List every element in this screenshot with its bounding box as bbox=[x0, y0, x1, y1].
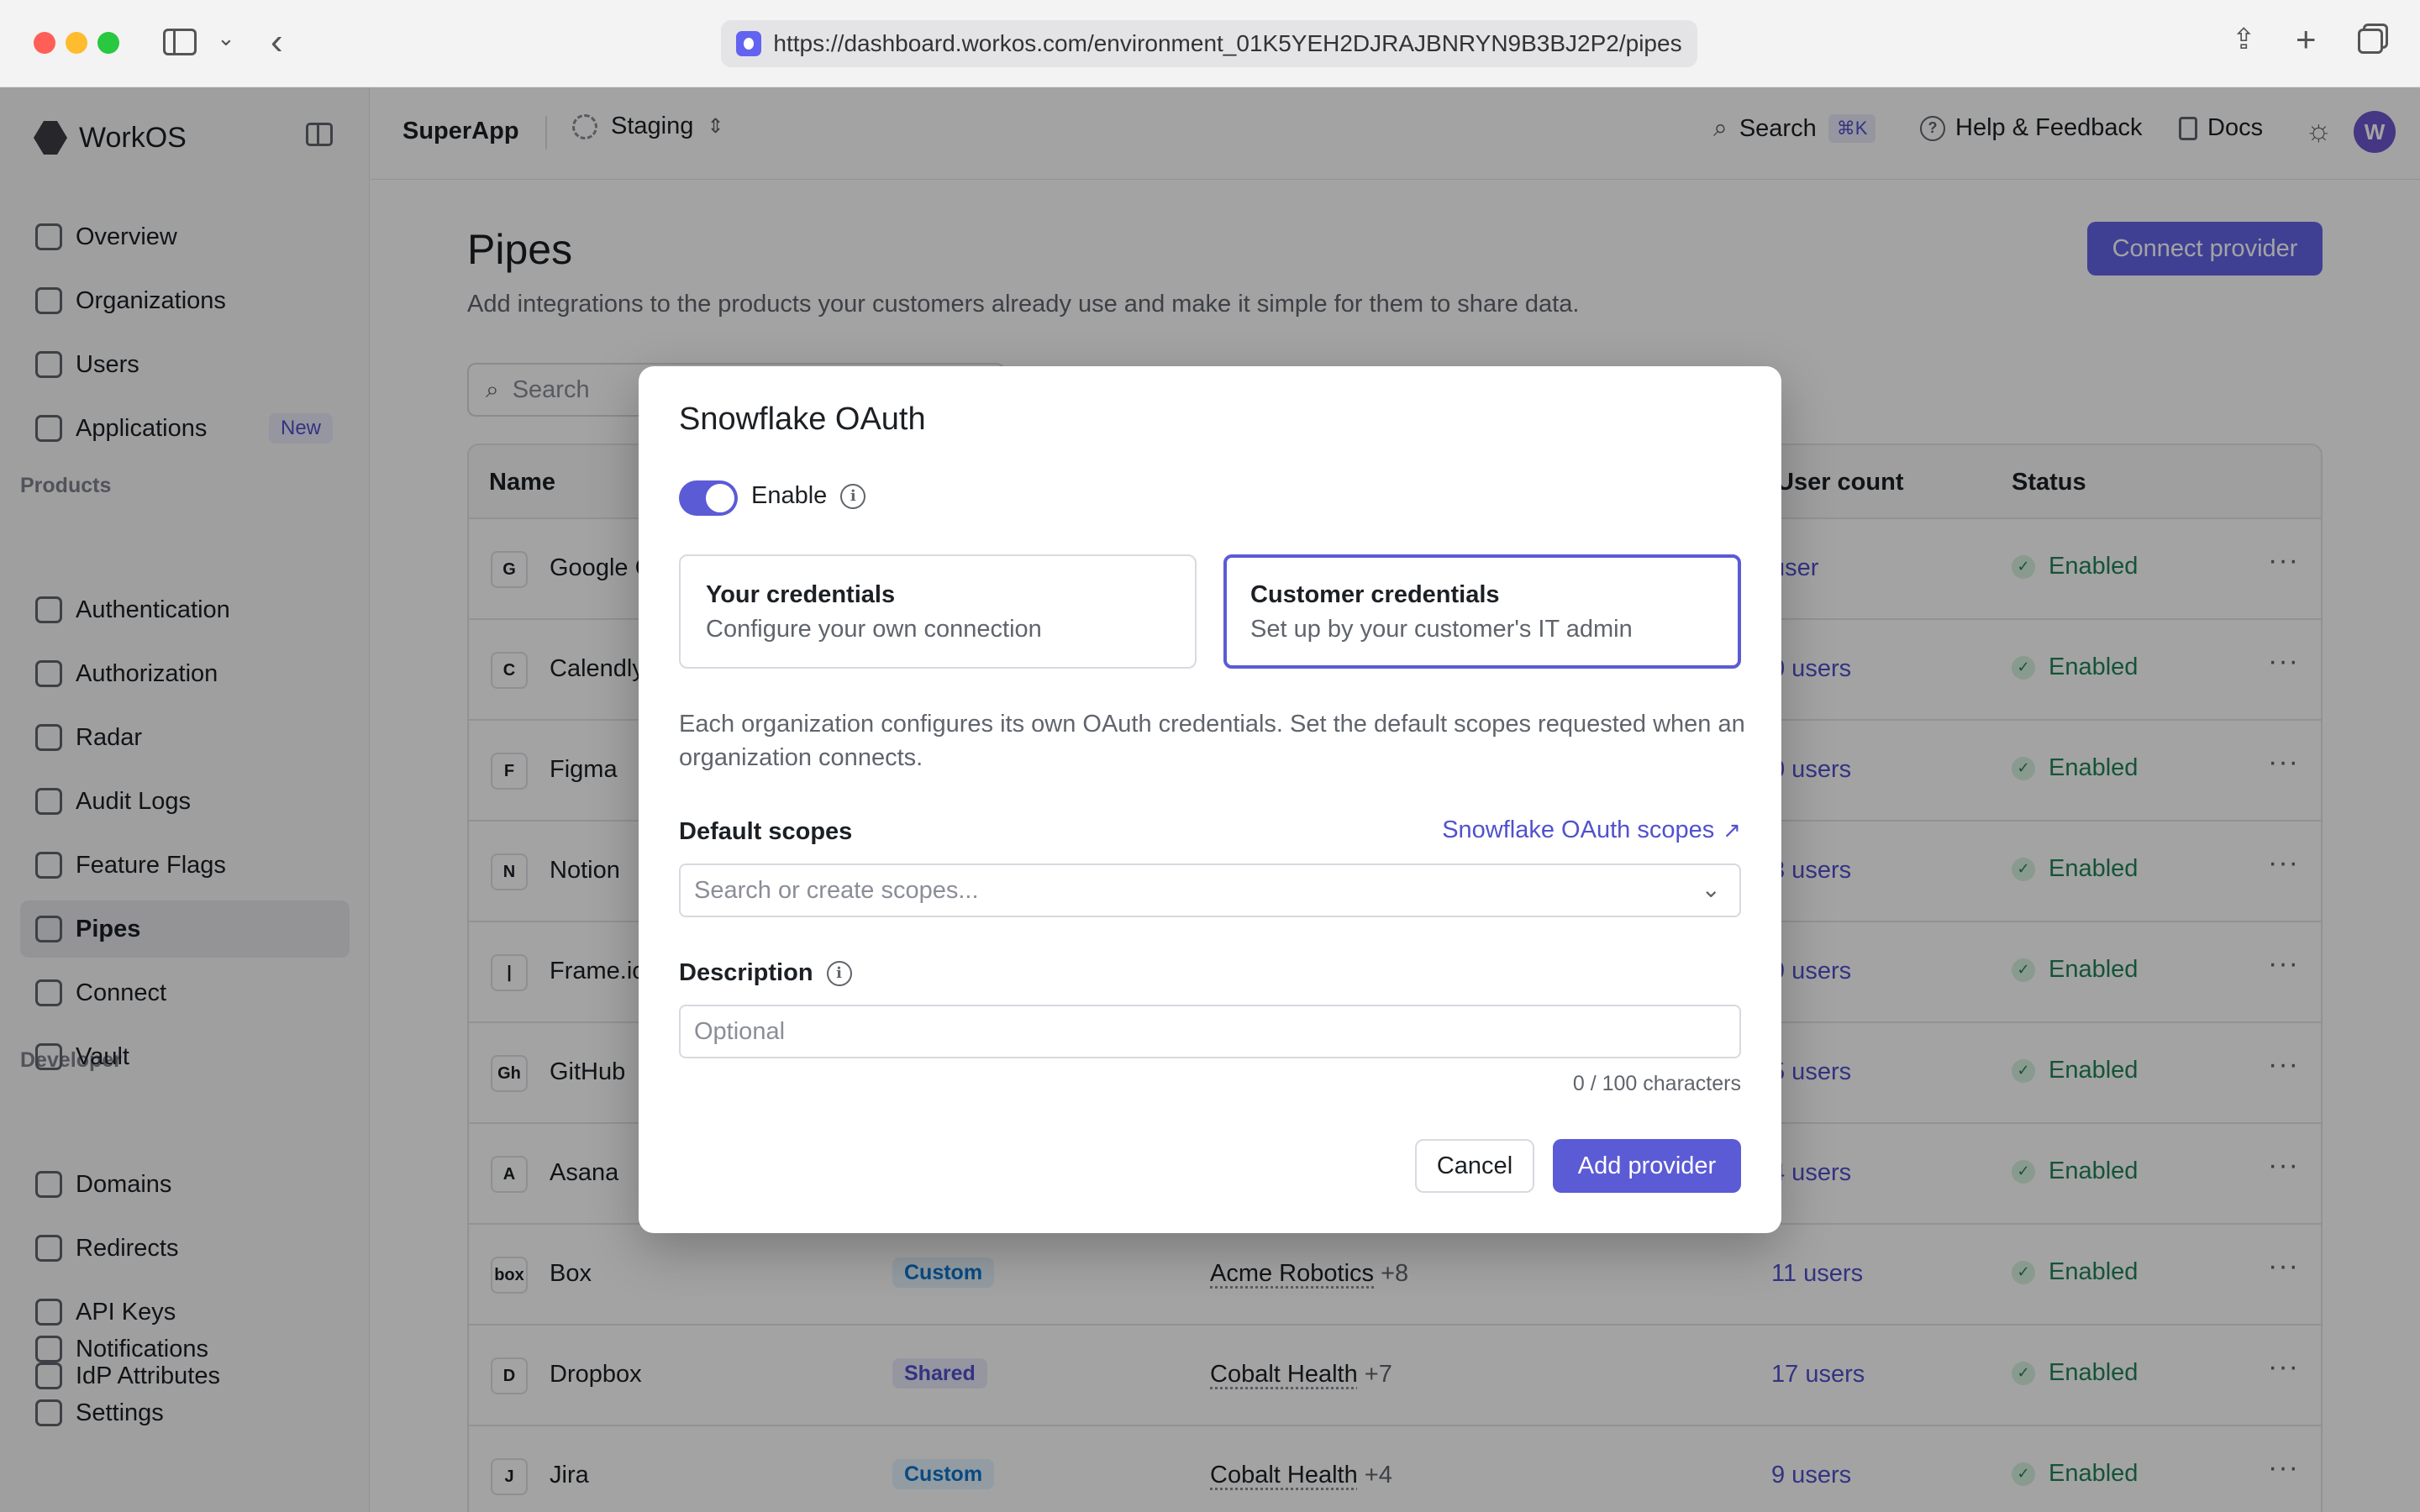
chevron-down-icon[interactable]: ⌄ bbox=[217, 27, 235, 49]
close-window-button[interactable] bbox=[34, 32, 55, 54]
back-arrow-icon[interactable]: ‹ bbox=[271, 24, 283, 60]
tab-overview-icon[interactable] bbox=[2358, 29, 2383, 54]
sidebar-toggle-icon[interactable] bbox=[163, 29, 197, 55]
option-description: Configure your own connection bbox=[706, 616, 1042, 643]
info-icon[interactable]: i bbox=[840, 483, 866, 509]
minimize-window-button[interactable] bbox=[66, 32, 87, 54]
cancel-button[interactable]: Cancel bbox=[1415, 1139, 1534, 1193]
address-bar[interactable]: https://dashboard.workos.com/environment… bbox=[721, 20, 1697, 67]
info-icon[interactable]: i bbox=[826, 960, 852, 986]
description-placeholder: Optional bbox=[694, 1017, 786, 1045]
dialog-title: Snowflake OAuth bbox=[679, 402, 926, 437]
url-text: https://dashboard.workos.com/environment… bbox=[773, 30, 1682, 56]
option-title: Your credentials bbox=[706, 581, 896, 608]
credentials-explanation: Each organization configures its own OAu… bbox=[679, 711, 1745, 771]
add-provider-button[interactable]: Add provider bbox=[1553, 1139, 1741, 1193]
new-tab-icon[interactable]: + bbox=[2296, 22, 2317, 57]
snowflake-scopes-link[interactable]: Snowflake OAuth scopes ↗ bbox=[1442, 816, 1741, 844]
option-title: Customer credentials bbox=[1250, 581, 1500, 608]
scopes-placeholder: Search or create scopes... bbox=[694, 876, 979, 904]
scopes-select[interactable]: Search or create scopes... ⌄ bbox=[679, 864, 1741, 917]
browser-toolbar: ⌄ ‹ https://dashboard.workos.com/environ… bbox=[0, 0, 2420, 87]
description-label: Description bbox=[679, 959, 813, 986]
description-input[interactable]: Optional bbox=[679, 1005, 1741, 1058]
option-description: Set up by your customer's IT admin bbox=[1250, 616, 1633, 643]
site-favicon-icon bbox=[736, 31, 762, 56]
enable-toggle[interactable] bbox=[679, 480, 738, 516]
scopes-link-text: Snowflake OAuth scopes bbox=[1442, 816, 1715, 843]
default-scopes-label: Default scopes bbox=[679, 818, 853, 845]
share-icon[interactable]: ⇪ bbox=[2232, 25, 2256, 54]
external-link-icon: ↗ bbox=[1723, 817, 1741, 843]
character-counter: 0 / 100 characters bbox=[1572, 1072, 1741, 1095]
your-credentials-option[interactable]: Your credentials Configure your own conn… bbox=[679, 554, 1197, 669]
enable-label: Enable bbox=[751, 482, 828, 509]
snowflake-oauth-dialog: Snowflake OAuth Enable i Your credential… bbox=[639, 366, 1781, 1233]
chevron-down-icon: ⌄ bbox=[1701, 876, 1721, 902]
maximize-window-button[interactable] bbox=[97, 32, 119, 54]
customer-credentials-option[interactable]: Customer credentials Set up by your cust… bbox=[1223, 554, 1741, 669]
